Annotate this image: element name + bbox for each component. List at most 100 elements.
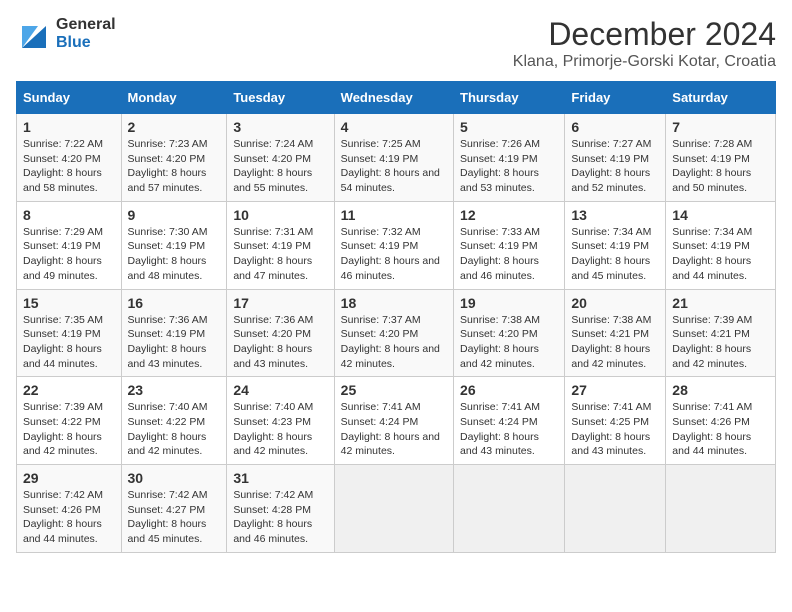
day-number: 25 — [341, 382, 447, 398]
day-number: 11 — [341, 207, 447, 223]
day-number: 14 — [672, 207, 769, 223]
calendar-cell: 12 Sunrise: 7:33 AMSunset: 4:19 PMDayligh… — [454, 201, 565, 289]
calendar-cell: 21 Sunrise: 7:39 AMSunset: 4:21 PMDayligh… — [666, 289, 776, 377]
calendar-cell: 20 Sunrise: 7:38 AMSunset: 4:21 PMDayligh… — [565, 289, 666, 377]
day-number: 4 — [341, 119, 447, 135]
main-title: December 2024 — [513, 16, 776, 53]
calendar-cell: 26 Sunrise: 7:41 AMSunset: 4:24 PMDayligh… — [454, 377, 565, 465]
title-area: December 2024 Klana, Primorje-Gorski Kot… — [513, 16, 776, 71]
calendar-cell: 29 Sunrise: 7:42 AMSunset: 4:26 PMDayligh… — [17, 465, 122, 553]
calendar-cell: 11 Sunrise: 7:32 AMSunset: 4:19 PMDayligh… — [334, 201, 453, 289]
col-header-friday: Friday — [565, 82, 666, 114]
subtitle: Klana, Primorje-Gorski Kotar, Croatia — [513, 53, 776, 71]
day-number: 16 — [128, 295, 221, 311]
cell-info: Sunrise: 7:36 AMSunset: 4:19 PMDaylight:… — [128, 313, 221, 372]
day-number: 8 — [23, 207, 115, 223]
calendar-cell: 17Sunrise: 7:36 AMSunset: 4:20 PMDayligh… — [227, 289, 334, 377]
week-row-4: 22Sunrise: 7:39 AMSunset: 4:22 PMDayligh… — [17, 377, 776, 465]
cell-info: Sunrise: 7:24 AMSunset: 4:20 PMDaylight:… — [233, 137, 327, 196]
calendar-cell — [454, 465, 565, 553]
calendar-table: SundayMondayTuesdayWednesdayThursdayFrid… — [16, 81, 776, 553]
logo-blue: Blue — [56, 34, 116, 52]
calendar-cell: 19 Sunrise: 7:38 AMSunset: 4:20 PMDayligh… — [454, 289, 565, 377]
cell-info: Sunrise: 7:39 AMSunset: 4:22 PMDaylight:… — [23, 400, 115, 459]
day-number: 31 — [233, 470, 327, 486]
calendar-cell: 3 Sunrise: 7:24 AMSunset: 4:20 PMDaylight… — [227, 114, 334, 202]
day-number: 12 — [460, 207, 558, 223]
calendar-cell: 25Sunrise: 7:41 AMSunset: 4:24 PMDayligh… — [334, 377, 453, 465]
cell-info: Sunrise: 7:29 AMSunset: 4:19 PMDaylight:… — [23, 225, 115, 284]
cell-info: Sunrise: 7:37 AMSunset: 4:20 PMDaylight:… — [341, 313, 447, 372]
day-number: 23 — [128, 382, 221, 398]
day-number: 20 — [571, 295, 659, 311]
week-row-2: 8 Sunrise: 7:29 AMSunset: 4:19 PMDaylight… — [17, 201, 776, 289]
calendar-cell: 18 Sunrise: 7:37 AMSunset: 4:20 PMDayligh… — [334, 289, 453, 377]
day-number: 3 — [233, 119, 327, 135]
day-number: 27 — [571, 382, 659, 398]
col-header-sunday: Sunday — [17, 82, 122, 114]
day-number: 15 — [23, 295, 115, 311]
calendar-cell: 27Sunrise: 7:41 AMSunset: 4:25 PMDayligh… — [565, 377, 666, 465]
calendar-cell: 1Sunrise: 7:22 AMSunset: 4:20 PMDaylight… — [17, 114, 122, 202]
day-number: 7 — [672, 119, 769, 135]
cell-info: Sunrise: 7:26 AMSunset: 4:19 PMDaylight:… — [460, 137, 558, 196]
day-number: 28 — [672, 382, 769, 398]
col-header-thursday: Thursday — [454, 82, 565, 114]
cell-info: Sunrise: 7:32 AMSunset: 4:19 PMDaylight:… — [341, 225, 447, 284]
cell-info: Sunrise: 7:41 AMSunset: 4:26 PMDaylight:… — [672, 400, 769, 459]
day-number: 30 — [128, 470, 221, 486]
logo-icon — [16, 20, 52, 48]
cell-info: Sunrise: 7:39 AMSunset: 4:21 PMDaylight:… — [672, 313, 769, 372]
calendar-cell: 28 Sunrise: 7:41 AMSunset: 4:26 PMDayligh… — [666, 377, 776, 465]
day-number: 18 — [341, 295, 447, 311]
cell-info: Sunrise: 7:34 AMSunset: 4:19 PMDaylight:… — [571, 225, 659, 284]
calendar-cell — [334, 465, 453, 553]
calendar-cell: 4 Sunrise: 7:25 AMSunset: 4:19 PMDaylight… — [334, 114, 453, 202]
cell-info: Sunrise: 7:38 AMSunset: 4:20 PMDaylight:… — [460, 313, 558, 372]
calendar-cell: 9 Sunrise: 7:30 AMSunset: 4:19 PMDaylight… — [121, 201, 227, 289]
calendar-cell: 7 Sunrise: 7:28 AMSunset: 4:19 PMDaylight… — [666, 114, 776, 202]
day-number: 10 — [233, 207, 327, 223]
cell-info: Sunrise: 7:25 AMSunset: 4:19 PMDaylight:… — [341, 137, 447, 196]
cell-info: Sunrise: 7:33 AMSunset: 4:19 PMDaylight:… — [460, 225, 558, 284]
week-row-5: 29 Sunrise: 7:42 AMSunset: 4:26 PMDayligh… — [17, 465, 776, 553]
header-row: SundayMondayTuesdayWednesdayThursdayFrid… — [17, 82, 776, 114]
day-number: 26 — [460, 382, 558, 398]
cell-info: Sunrise: 7:41 AMSunset: 4:24 PMDaylight:… — [460, 400, 558, 459]
cell-info: Sunrise: 7:42 AMSunset: 4:26 PMDaylight:… — [23, 488, 115, 547]
cell-info: Sunrise: 7:23 AMSunset: 4:20 PMDaylight:… — [128, 137, 221, 196]
cell-info: Sunrise: 7:34 AMSunset: 4:19 PMDaylight:… — [672, 225, 769, 284]
day-number: 6 — [571, 119, 659, 135]
day-number: 29 — [23, 470, 115, 486]
cell-info: Sunrise: 7:35 AMSunset: 4:19 PMDaylight:… — [23, 313, 115, 372]
cell-info: Sunrise: 7:40 AMSunset: 4:23 PMDaylight:… — [233, 400, 327, 459]
day-number: 13 — [571, 207, 659, 223]
calendar-cell: 15 Sunrise: 7:35 AMSunset: 4:19 PMDayligh… — [17, 289, 122, 377]
week-row-1: 1Sunrise: 7:22 AMSunset: 4:20 PMDaylight… — [17, 114, 776, 202]
logo-general: General — [56, 16, 116, 34]
calendar-cell: 22Sunrise: 7:39 AMSunset: 4:22 PMDayligh… — [17, 377, 122, 465]
day-number: 5 — [460, 119, 558, 135]
calendar-cell: 5 Sunrise: 7:26 AMSunset: 4:19 PMDaylight… — [454, 114, 565, 202]
col-header-saturday: Saturday — [666, 82, 776, 114]
cell-info: Sunrise: 7:30 AMSunset: 4:19 PMDaylight:… — [128, 225, 221, 284]
day-number: 19 — [460, 295, 558, 311]
calendar-cell: 10 Sunrise: 7:31 AMSunset: 4:19 PMDayligh… — [227, 201, 334, 289]
cell-info: Sunrise: 7:31 AMSunset: 4:19 PMDaylight:… — [233, 225, 327, 284]
calendar-cell: 2Sunrise: 7:23 AMSunset: 4:20 PMDaylight… — [121, 114, 227, 202]
header: General Blue December 2024 Klana, Primor… — [16, 16, 776, 71]
logo: General Blue — [16, 16, 116, 51]
day-number: 9 — [128, 207, 221, 223]
calendar-cell — [565, 465, 666, 553]
cell-info: Sunrise: 7:38 AMSunset: 4:21 PMDaylight:… — [571, 313, 659, 372]
cell-info: Sunrise: 7:40 AMSunset: 4:22 PMDaylight:… — [128, 400, 221, 459]
calendar-cell: 14 Sunrise: 7:34 AMSunset: 4:19 PMDayligh… — [666, 201, 776, 289]
cell-info: Sunrise: 7:36 AMSunset: 4:20 PMDaylight:… — [233, 313, 327, 372]
week-row-3: 15 Sunrise: 7:35 AMSunset: 4:19 PMDayligh… — [17, 289, 776, 377]
day-number: 24 — [233, 382, 327, 398]
col-header-monday: Monday — [121, 82, 227, 114]
day-number: 21 — [672, 295, 769, 311]
cell-info: Sunrise: 7:28 AMSunset: 4:19 PMDaylight:… — [672, 137, 769, 196]
cell-info: Sunrise: 7:22 AMSunset: 4:20 PMDaylight:… — [23, 137, 115, 196]
cell-info: Sunrise: 7:42 AMSunset: 4:28 PMDaylight:… — [233, 488, 327, 547]
